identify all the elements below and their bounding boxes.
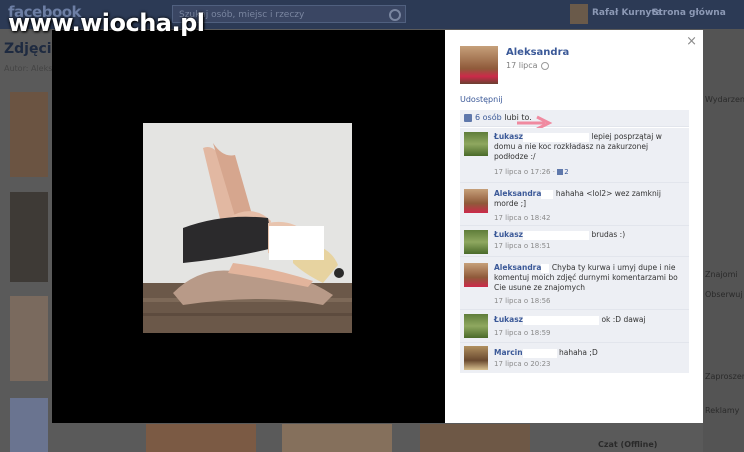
comment-time[interactable]: 17 lipca o 20:23 bbox=[494, 360, 551, 368]
globe-icon bbox=[540, 61, 549, 70]
comment-item: Marcin hahaha ;D 17 lipca o 20:23 bbox=[460, 343, 689, 373]
right-item[interactable]: Znajomi bbox=[705, 270, 738, 279]
censor-bar bbox=[522, 348, 557, 358]
commenter-avatar[interactable] bbox=[464, 132, 488, 156]
commenter-avatar[interactable] bbox=[464, 230, 488, 254]
photo-thumbnail[interactable] bbox=[10, 92, 48, 177]
close-icon[interactable]: × bbox=[686, 34, 697, 49]
search-icon[interactable] bbox=[389, 9, 401, 21]
right-column bbox=[703, 29, 744, 452]
comment-body: Łukasz ok :D dawaj bbox=[494, 315, 684, 325]
comment-body: Łukasz lepiej posprzątaj w domu a nie ko… bbox=[494, 132, 684, 162]
photo-thumbnail[interactable] bbox=[282, 424, 392, 452]
commenter-name[interactable]: Łukasz bbox=[494, 132, 523, 141]
comment-item: Łukasz brudas :) 17 lipca o 18:51 bbox=[460, 226, 689, 257]
user-avatar[interactable] bbox=[570, 4, 588, 24]
commenter-avatar[interactable] bbox=[464, 346, 488, 370]
comment-like-count[interactable]: 2 bbox=[557, 168, 569, 176]
like-thumb-icon bbox=[464, 113, 472, 122]
comments-list: Łukasz lepiej posprzątaj w domu a nie ko… bbox=[460, 128, 689, 373]
comment-time[interactable]: 17 lipca o 17:26 bbox=[494, 168, 551, 176]
right-item[interactable]: Zaproszenia bbox=[705, 372, 744, 381]
chat-label[interactable]: Czat (Offline) bbox=[598, 440, 657, 449]
commenter-name[interactable]: Łukasz bbox=[494, 315, 523, 324]
censor-bar bbox=[523, 230, 590, 240]
post-date[interactable]: 17 lipca bbox=[506, 61, 549, 70]
like-thumb-icon bbox=[557, 169, 564, 175]
author-name-link[interactable]: Aleksandra bbox=[506, 47, 569, 58]
comment-item: Łukasz ok :D dawaj 17 lipca o 18:59 bbox=[460, 310, 689, 343]
page-subtitle: Autor: Aleks bbox=[4, 64, 53, 73]
commenter-avatar[interactable] bbox=[464, 314, 488, 338]
search-input[interactable]: Szukaj osób, miejsc i rzeczy bbox=[172, 5, 406, 23]
comment-time[interactable]: 17 lipca o 18:42 bbox=[494, 214, 551, 222]
like-count-value: 2 bbox=[564, 168, 569, 176]
comment-text: brudas :) bbox=[591, 230, 626, 239]
comment-item: Aleksandra hahaha <lol2> wez zamknij mor… bbox=[460, 183, 689, 226]
comment-body: Aleksandra hahaha <lol2> wez zamknij mor… bbox=[494, 189, 684, 209]
comment-meta: 17 lipca o 17:26 · 2 bbox=[494, 168, 569, 176]
censor-bar bbox=[541, 189, 554, 199]
likes-count-link[interactable]: 6 osób bbox=[475, 113, 502, 122]
photo-thumbnail[interactable] bbox=[420, 424, 530, 452]
photo-thumbnail[interactable] bbox=[146, 424, 256, 452]
comment-body: Aleksandra Chyba ty kurwa i umyj dupe i … bbox=[494, 263, 684, 293]
right-item[interactable]: Wydarzenia bbox=[705, 95, 744, 104]
likes-bar: 6 osób lubi to. bbox=[460, 110, 689, 127]
comment-text: hahaha ;D bbox=[558, 348, 598, 357]
censor-bar bbox=[523, 132, 590, 142]
comment-body: Łukasz brudas :) bbox=[494, 230, 684, 240]
censor-bar bbox=[541, 263, 550, 273]
censor-bar bbox=[523, 315, 600, 325]
photo-thumbnail[interactable] bbox=[10, 296, 48, 381]
photo-viewer-stage bbox=[52, 30, 445, 423]
main-photo[interactable] bbox=[143, 123, 352, 333]
comment-item: Aleksandra Chyba ty kurwa i umyj dupe i … bbox=[460, 257, 689, 310]
commenter-name[interactable]: Aleksandra bbox=[494, 263, 541, 272]
comment-text: ok :D dawaj bbox=[601, 315, 646, 324]
photo-sidebar: × Aleksandra 17 lipca Udostępnij 6 osób … bbox=[445, 30, 703, 423]
photo-thumbnail[interactable] bbox=[10, 398, 48, 452]
commenter-name[interactable]: Marcin bbox=[494, 348, 523, 357]
comment-item: Łukasz lepiej posprzątaj w domu a nie ko… bbox=[460, 128, 689, 183]
commenter-avatar[interactable] bbox=[464, 189, 488, 213]
share-link[interactable]: Udostępnij bbox=[460, 95, 503, 104]
comment-time[interactable]: 17 lipca o 18:59 bbox=[494, 329, 551, 337]
photo-illustration bbox=[143, 123, 352, 333]
right-item[interactable]: Obserwuj bbox=[705, 290, 743, 299]
post-date-text: 17 lipca bbox=[506, 61, 538, 70]
author-avatar[interactable] bbox=[460, 46, 498, 84]
commenter-name[interactable]: Łukasz bbox=[494, 230, 523, 239]
home-link[interactable]: Strona główna bbox=[652, 8, 726, 18]
right-item[interactable]: Reklamy bbox=[705, 406, 739, 415]
comment-body: Marcin hahaha ;D bbox=[494, 348, 684, 358]
commenter-avatar[interactable] bbox=[464, 263, 488, 287]
photo-thumbnail[interactable] bbox=[10, 192, 48, 282]
comment-time[interactable]: 17 lipca o 18:56 bbox=[494, 297, 551, 305]
comment-time[interactable]: 17 lipca o 18:51 bbox=[494, 242, 551, 250]
commenter-name[interactable]: Aleksandra bbox=[494, 189, 541, 198]
site-watermark: www.wiocha.pl bbox=[8, 9, 205, 37]
